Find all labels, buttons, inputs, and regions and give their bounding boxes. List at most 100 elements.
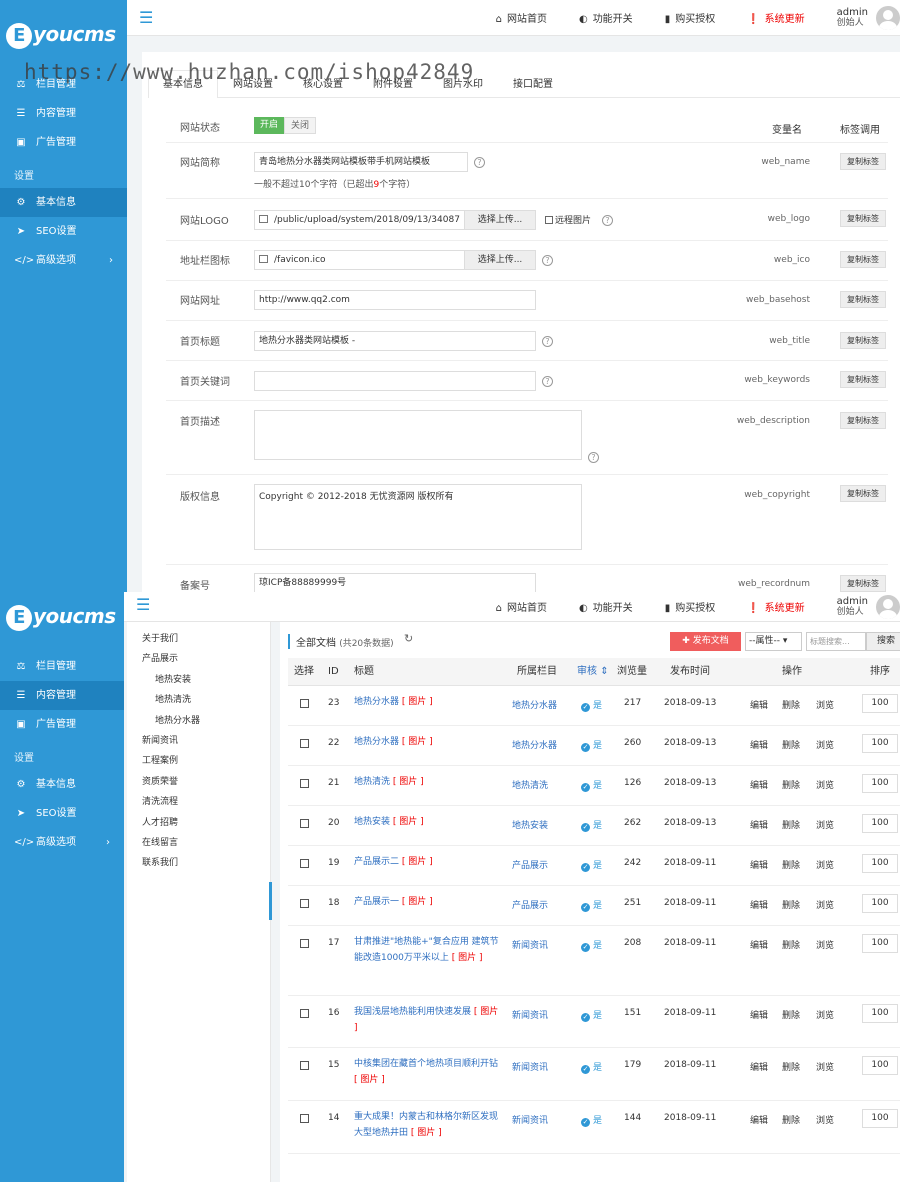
delete-link[interactable]: 删除 <box>782 858 800 871</box>
row-category[interactable]: 新闻资讯 <box>512 1113 548 1126</box>
edit-link[interactable]: 编辑 <box>750 738 768 751</box>
tree-item[interactable]: 清洗流程 <box>142 794 178 807</box>
row-checkbox[interactable] <box>300 819 309 828</box>
status-switch[interactable]: 开启 关闭 <box>254 117 317 134</box>
menu-toggle-icon[interactable]: ☰ <box>136 595 150 614</box>
keywords-input[interactable] <box>254 371 536 391</box>
sort-input[interactable]: 100 <box>862 814 898 833</box>
help-icon[interactable]: ? <box>542 376 553 387</box>
delete-link[interactable]: 删除 <box>782 778 800 791</box>
row-approved[interactable]: ✓ 是 <box>581 698 602 712</box>
tab-attachment-settings[interactable]: 附件设置 <box>358 70 428 97</box>
edit-link[interactable]: 编辑 <box>750 698 768 711</box>
refresh-icon[interactable]: ↻ <box>404 632 413 645</box>
tree-item[interactable]: 地热清洗 <box>155 692 191 705</box>
copy-tag-button[interactable]: 复制标签 <box>840 371 886 388</box>
record-input[interactable]: 琼ICP备88889999号 <box>254 573 536 592</box>
status-on[interactable]: 开启 <box>254 117 285 134</box>
nav-license[interactable]: ▮ 购买授权 <box>665 10 716 25</box>
delete-link[interactable]: 删除 <box>782 738 800 751</box>
row-title[interactable]: 甘肃推进"地热能+"复合应用 建筑节能改造1000万平米以上 [ 图片 ] <box>354 934 500 966</box>
site-url-input[interactable]: http://www.qq2.com <box>254 290 536 310</box>
sort-input[interactable]: 100 <box>862 774 898 793</box>
help-icon[interactable]: ? <box>588 452 599 463</box>
help-icon[interactable]: ? <box>474 157 485 168</box>
delete-link[interactable]: 删除 <box>782 1113 800 1126</box>
row-approved[interactable]: ✓ 是 <box>581 1060 602 1074</box>
row-approved[interactable]: ✓ 是 <box>581 858 602 872</box>
view-link[interactable]: 浏览 <box>816 778 834 791</box>
edit-link[interactable]: 编辑 <box>750 818 768 831</box>
site-name-input[interactable]: 青岛地热分水器类网站模板带手机网站模板 <box>254 152 468 172</box>
sidebar-item-advanced[interactable]: </> 高级选项 › <box>0 828 124 857</box>
row-approved[interactable]: ✓ 是 <box>581 818 602 832</box>
edit-link[interactable]: 编辑 <box>750 1113 768 1126</box>
row-approved[interactable]: ✓ 是 <box>581 778 602 792</box>
tree-item[interactable]: 工程案例 <box>142 753 178 766</box>
row-title[interactable]: 地热清洗 [ 图片 ] <box>354 774 500 790</box>
nav-update[interactable]: ❗ 系统更新 <box>747 10 804 25</box>
row-category[interactable]: 地热安装 <box>512 818 548 831</box>
search-input[interactable]: 标题搜索... <box>806 632 866 651</box>
edit-link[interactable]: 编辑 <box>750 938 768 951</box>
tree-item[interactable]: 关于我们 <box>142 631 178 644</box>
row-checkbox[interactable] <box>300 859 309 868</box>
nav-features[interactable]: ◐ 功能开关 <box>579 10 633 25</box>
copy-tag-button[interactable]: 复制标签 <box>840 210 886 227</box>
row-category[interactable]: 产品展示 <box>512 898 548 911</box>
user-info[interactable]: admin 创始人 <box>837 7 868 29</box>
help-icon[interactable]: ? <box>542 336 553 347</box>
tab-basic-info[interactable]: 基本信息 <box>148 70 218 98</box>
view-link[interactable]: 浏览 <box>816 738 834 751</box>
user-info[interactable]: admin 创始人 <box>837 596 868 618</box>
delete-link[interactable]: 删除 <box>782 1060 800 1073</box>
copyright-textarea[interactable]: Copyright © 2012-2018 无忧资源网 版权所有 <box>254 484 582 550</box>
edit-link[interactable]: 编辑 <box>750 858 768 871</box>
tree-item[interactable]: 联系我们 <box>142 855 178 868</box>
sort-input[interactable]: 100 <box>862 734 898 753</box>
sort-input[interactable]: 100 <box>862 894 898 913</box>
row-title[interactable]: 重大成果！内蒙古和林格尔新区发现大型地热井田 [ 图片 ] <box>354 1109 500 1141</box>
edit-link[interactable]: 编辑 <box>750 1060 768 1073</box>
description-textarea[interactable] <box>254 410 582 460</box>
delete-link[interactable]: 删除 <box>782 898 800 911</box>
row-approved[interactable]: ✓ 是 <box>581 738 602 752</box>
row-approved[interactable]: ✓ 是 <box>581 898 602 912</box>
upload-favicon-button[interactable]: 选择上传... <box>464 250 536 270</box>
sidebar-item-seo[interactable]: ➤ SEO设置 <box>0 799 124 828</box>
checkbox[interactable] <box>545 216 553 224</box>
row-checkbox[interactable] <box>300 1009 309 1018</box>
sidebar-item-ads[interactable]: ▣ 广告管理 <box>0 128 127 157</box>
sidebar-item-category[interactable]: ⚖ 栏目管理 <box>0 70 127 99</box>
row-checkbox[interactable] <box>300 739 309 748</box>
view-link[interactable]: 浏览 <box>816 1113 834 1126</box>
status-off[interactable]: 关闭 <box>284 117 317 134</box>
row-approved[interactable]: ✓ 是 <box>581 938 602 952</box>
row-title[interactable]: 中核集团在藏首个地热项目顺利开钻 [ 图片 ] <box>354 1056 500 1088</box>
row-category[interactable]: 地热分水器 <box>512 738 557 751</box>
view-link[interactable]: 浏览 <box>816 818 834 831</box>
row-category[interactable]: 地热清洗 <box>512 778 548 791</box>
nav-features[interactable]: ◐ 功能开关 <box>579 599 633 614</box>
copy-tag-button[interactable]: 复制标签 <box>840 153 886 170</box>
row-title[interactable]: 我国浅层地热能利用快速发展 [ 图片 ] <box>354 1004 500 1036</box>
avatar[interactable] <box>876 5 900 30</box>
copy-tag-button[interactable]: 复制标签 <box>840 251 886 268</box>
remote-image-checkbox[interactable]: 远程图片 <box>545 213 591 226</box>
row-title[interactable]: 产品展示一 [ 图片 ] <box>354 894 500 910</box>
search-button[interactable]: 搜索 <box>866 632 900 651</box>
help-icon[interactable]: ? <box>602 215 613 226</box>
row-category[interactable]: 新闻资讯 <box>512 938 548 951</box>
sort-input[interactable]: 100 <box>862 694 898 713</box>
copy-tag-button[interactable]: 复制标签 <box>840 332 886 349</box>
copy-tag-button[interactable]: 复制标签 <box>840 575 886 592</box>
tree-item[interactable]: 资质荣誉 <box>142 774 178 787</box>
view-link[interactable]: 浏览 <box>816 1060 834 1073</box>
row-category[interactable]: 地热分水器 <box>512 698 557 711</box>
sort-input[interactable]: 100 <box>862 854 898 873</box>
row-checkbox[interactable] <box>300 1114 309 1123</box>
row-category[interactable]: 新闻资讯 <box>512 1008 548 1021</box>
col-approved[interactable]: 审核 ⇕ <box>577 658 609 686</box>
copy-tag-button[interactable]: 复制标签 <box>840 485 886 502</box>
avatar[interactable] <box>876 594 900 619</box>
